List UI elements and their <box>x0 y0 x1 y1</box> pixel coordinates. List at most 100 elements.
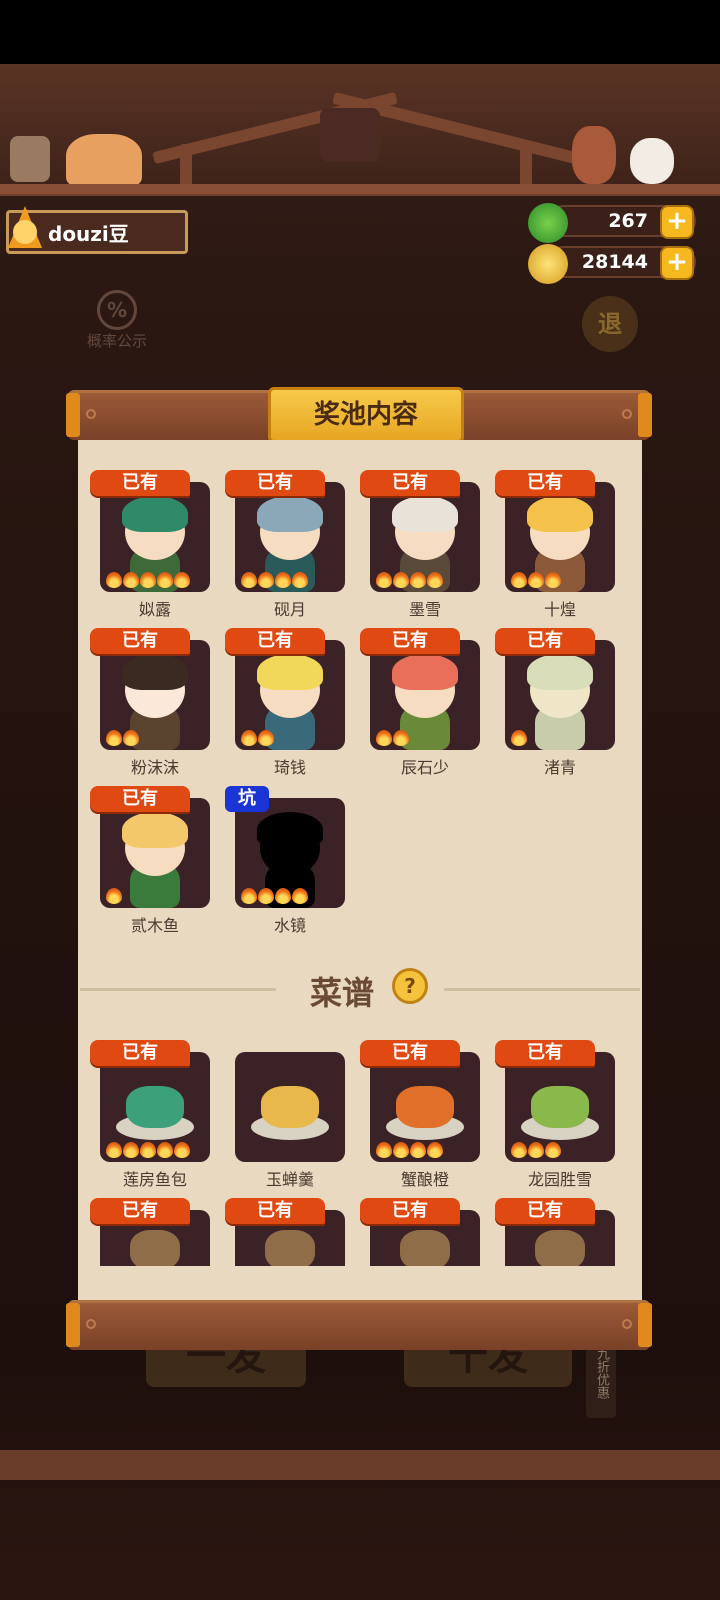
flame-icon <box>123 1142 139 1158</box>
shelf <box>0 184 720 194</box>
character-name: 十煌 <box>543 600 576 619</box>
character-name: 渚青 <box>543 758 576 777</box>
character-portrait <box>235 482 345 592</box>
dish-image <box>235 1052 345 1162</box>
character-card[interactable]: 坑水镜 <box>225 786 345 936</box>
flame-icon <box>376 730 392 746</box>
flame-icon <box>393 730 409 746</box>
rarity-flames <box>376 572 443 590</box>
character-card[interactable]: 已有渚青 <box>495 628 615 778</box>
help-icon[interactable]: ? <box>392 968 428 1004</box>
roof-beams <box>0 64 720 196</box>
flame-icon <box>157 572 173 588</box>
recipe-name: 玉蝉羹 <box>265 1170 314 1189</box>
owned-badge: 已有 <box>90 1198 190 1224</box>
recipe-section-title: 菜谱 <box>309 974 374 1012</box>
flame-icon <box>241 730 257 746</box>
flame-icon <box>545 572 561 588</box>
flame-icon <box>528 572 544 588</box>
white-cat-mascot-icon <box>630 138 674 184</box>
character-name: 水镜 <box>273 916 306 935</box>
flame-icon <box>393 1142 409 1158</box>
character-portrait <box>370 640 480 750</box>
modal-title: 奖池内容 <box>268 387 464 443</box>
cat-mascot-icon <box>66 134 142 188</box>
recipe-name: 莲房鱼包 <box>122 1170 187 1189</box>
character-card[interactable]: 已有砚月 <box>225 470 345 620</box>
recipe-name: 龙园胜雪 <box>527 1170 592 1189</box>
recipe-card[interactable]: 已有 蟹酿橙 <box>360 1040 480 1190</box>
gold-coin-icon <box>528 244 568 284</box>
flame-icon <box>275 888 291 904</box>
rarity-flames <box>511 1142 561 1160</box>
add-jade-button[interactable]: + <box>660 205 694 239</box>
character-portrait <box>235 640 345 750</box>
rarity-flames <box>511 730 527 748</box>
paw-sign-icon <box>10 136 50 182</box>
character-portrait <box>505 482 615 592</box>
flame-icon <box>140 572 156 588</box>
character-name: 砚月 <box>273 600 306 619</box>
flame-icon <box>511 1142 527 1158</box>
gold-currency-bar: 28144 + <box>528 244 696 284</box>
add-gold-button[interactable]: + <box>660 246 694 280</box>
flame-icon <box>393 572 409 588</box>
character-portrait <box>100 482 210 592</box>
flame-icon <box>427 1142 443 1158</box>
owned-badge: 已有 <box>225 1198 325 1224</box>
character-card[interactable]: 已有 墨雪 <box>360 470 480 620</box>
character-portrait <box>370 482 480 592</box>
raccoon-mascot-icon <box>320 108 380 162</box>
pit-badge: 坑 <box>225 786 269 812</box>
owned-badge: 已有 <box>225 628 325 654</box>
flame-icon <box>528 1142 544 1158</box>
rarity-flames <box>106 730 139 748</box>
gold-currency-value: 28144 <box>581 251 648 273</box>
character-portrait <box>100 798 210 908</box>
flame-icon <box>106 572 122 588</box>
divider <box>444 988 640 991</box>
flame-icon <box>174 572 190 588</box>
recipe-card[interactable]: 玉蝉羹 <box>235 1040 345 1190</box>
character-portrait <box>235 798 345 908</box>
rate-disclosure-button[interactable]: % 概率公示 <box>72 290 162 360</box>
owned-badge: 已有 <box>360 628 460 654</box>
recipe-card[interactable]: 已有 莲房鱼包 <box>90 1040 210 1190</box>
character-card[interactable]: 已有琦钱 <box>225 628 345 778</box>
owned-badge: 已有 <box>495 1198 595 1224</box>
rate-disclosure-label: 概率公示 <box>86 332 147 350</box>
owned-badge: 已有 <box>225 470 325 496</box>
divider <box>80 988 276 991</box>
rarity-flames <box>241 888 308 906</box>
character-card[interactable]: 已有 贰木鱼 <box>90 786 210 936</box>
flame-icon <box>511 730 527 746</box>
character-card[interactable]: 已有 姒露 <box>90 470 210 620</box>
dish-image <box>370 1052 480 1162</box>
flame-icon <box>376 572 392 588</box>
flame-icon <box>258 888 274 904</box>
flame-icon <box>258 730 274 746</box>
retreat-button[interactable]: 退 <box>582 296 638 352</box>
character-card[interactable]: 已有 粉沫沫 <box>90 628 210 778</box>
character-card[interactable]: 已有 十煌 <box>495 470 615 620</box>
flame-icon <box>241 888 257 904</box>
scroll-bottom-rod-cover <box>66 1300 652 1350</box>
flame-icon <box>157 1142 173 1158</box>
owned-badge: 已有 <box>90 628 190 654</box>
flame-icon <box>174 1142 190 1158</box>
dish-image <box>505 1052 615 1162</box>
recipe-card[interactable]: 已有 龙园胜雪 <box>495 1040 615 1190</box>
owned-badge: 已有 <box>495 628 595 654</box>
flame-icon <box>427 572 443 588</box>
character-name: 琦钱 <box>273 758 306 777</box>
floor-beam <box>0 1450 720 1480</box>
rarity-flames <box>106 1142 190 1160</box>
flame-icon <box>123 572 139 588</box>
character-name: 姒露 <box>138 600 171 619</box>
character-card[interactable]: 已有 辰石少 <box>360 628 480 778</box>
character-name: 贰木鱼 <box>130 916 179 935</box>
jade-currency-value: 267 <box>608 210 648 232</box>
flame-icon <box>410 572 426 588</box>
flame-icon <box>140 1142 156 1158</box>
flame-icon <box>106 1142 122 1158</box>
